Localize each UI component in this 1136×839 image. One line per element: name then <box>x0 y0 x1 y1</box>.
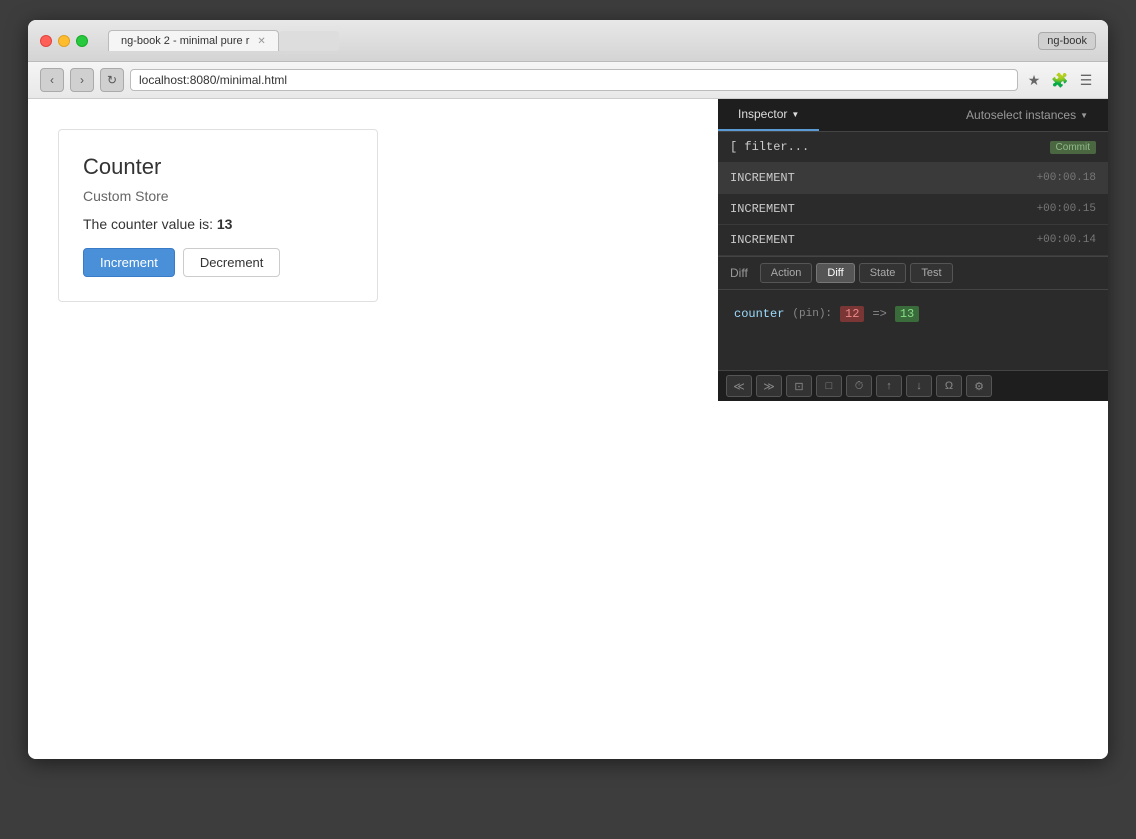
browser-window: ng-book 2 - minimal pure r ✕ ng-book ‹ ›… <box>28 20 1108 759</box>
action-name: INCREMENT <box>730 202 795 216</box>
action-item[interactable]: INCREMENT +00:00.14 <box>718 225 1108 256</box>
tab-title: ng-book 2 - minimal pure r <box>121 35 249 47</box>
menu-icon[interactable]: ☰ <box>1076 70 1096 90</box>
button-group: Increment Decrement <box>83 248 353 277</box>
test-tab[interactable]: Test <box>910 263 952 283</box>
counter-value-prefix: The counter value is: <box>83 216 217 232</box>
page-content: Counter Custom Store The counter value i… <box>28 99 1108 759</box>
counter-store: Custom Store <box>83 188 353 204</box>
counter-value-text: The counter value is: 13 <box>83 216 353 232</box>
browser-toolbar: ‹ › ↻ localhost:8080/minimal.html ★ 🧩 ☰ <box>28 62 1108 99</box>
devtools-panel: Inspector ▼ Autoselect instances ▼ [ fil… <box>718 99 1108 401</box>
devtools-header: Inspector ▼ Autoselect instances ▼ <box>718 99 1108 132</box>
bottom-btn-9[interactable]: ⚙ <box>966 375 992 397</box>
bottom-btn-1[interactable]: ≪ <box>726 375 752 397</box>
action-name: INCREMENT <box>730 171 795 185</box>
minimize-button[interactable] <box>58 35 70 47</box>
diff-arrow: => <box>872 307 886 321</box>
inspector-arrow: ▼ <box>791 110 799 119</box>
url-text: localhost:8080/minimal.html <box>139 73 287 87</box>
extension-icon[interactable]: 🧩 <box>1050 70 1070 90</box>
autoselect-arrow: ▼ <box>1080 111 1088 120</box>
browser-tab[interactable]: ng-book 2 - minimal pure r ✕ <box>108 30 279 51</box>
action-name: INCREMENT <box>730 233 795 247</box>
title-bar: ng-book 2 - minimal pure r ✕ ng-book <box>28 20 1108 62</box>
diff-old-value: 12 <box>840 306 864 322</box>
extensions-button[interactable]: ng-book <box>1038 32 1096 50</box>
bookmark-icon[interactable]: ★ <box>1024 70 1044 90</box>
bottom-btn-8[interactable]: Ω <box>936 375 962 397</box>
bottom-btn-5[interactable]: ⏱ <box>846 375 872 397</box>
tab-bar: ng-book 2 - minimal pure r ✕ <box>108 30 1030 51</box>
detail-label: Diff <box>730 266 748 280</box>
inspector-tab[interactable]: Inspector ▼ <box>718 99 819 131</box>
autoselect-label: Autoselect instances <box>966 108 1076 122</box>
action-item[interactable]: INCREMENT +00:00.15 <box>718 194 1108 225</box>
diff-key: counter <box>734 307 784 321</box>
detail-tabs: Diff Action Diff State Test <box>718 257 1108 290</box>
action-time: +00:00.14 <box>1037 234 1096 246</box>
maximize-button[interactable] <box>76 35 88 47</box>
reload-button[interactable]: ↻ <box>100 68 124 92</box>
action-item[interactable]: INCREMENT +00:00.18 <box>718 163 1108 194</box>
action-time: +00:00.18 <box>1037 172 1096 184</box>
diff-new-value: 13 <box>895 306 919 322</box>
bottom-btn-7[interactable]: ↓ <box>906 375 932 397</box>
diff-pin: (pin): <box>792 308 832 320</box>
diff-tab[interactable]: Diff <box>816 263 854 283</box>
back-button[interactable]: ‹ <box>40 68 64 92</box>
bottom-btn-4[interactable]: □ <box>816 375 842 397</box>
counter-card: Counter Custom Store The counter value i… <box>58 129 378 302</box>
address-bar[interactable]: localhost:8080/minimal.html <box>130 69 1018 91</box>
toolbar-actions: ★ 🧩 ☰ <box>1024 70 1096 90</box>
devtools-bottom-toolbar: ≪ ≫ ⊡ □ ⏱ ↑ ↓ Ω ⚙ <box>718 370 1108 401</box>
bottom-btn-2[interactable]: ≫ <box>756 375 782 397</box>
decrement-button[interactable]: Decrement <box>183 248 281 277</box>
bottom-btn-3[interactable]: ⊡ <box>786 375 812 397</box>
counter-value-number: 13 <box>217 216 233 232</box>
traffic-lights <box>40 35 88 47</box>
commit-badge[interactable]: Commit <box>1050 141 1096 154</box>
detail-panel: Diff Action Diff State Test counter (pin… <box>718 256 1108 370</box>
state-tab[interactable]: State <box>859 263 907 283</box>
action-tab[interactable]: Action <box>760 263 813 283</box>
forward-button[interactable]: › <box>70 68 94 92</box>
action-list: [ filter... Commit INCREMENT +00:00.18 I… <box>718 132 1108 256</box>
close-button[interactable] <box>40 35 52 47</box>
counter-title: Counter <box>83 154 353 180</box>
action-name: [ filter... <box>730 140 809 154</box>
action-item[interactable]: [ filter... Commit <box>718 132 1108 163</box>
detail-content: counter (pin): 12 => 13 <box>718 290 1108 370</box>
increment-button[interactable]: Increment <box>83 248 175 277</box>
diff-line: counter (pin): 12 => 13 <box>734 306 1092 322</box>
new-tab-button[interactable] <box>279 31 339 51</box>
inspector-label: Inspector <box>738 107 787 121</box>
tab-close-icon[interactable]: ✕ <box>257 36 265 47</box>
action-time: +00:00.15 <box>1037 203 1096 215</box>
bottom-btn-6[interactable]: ↑ <box>876 375 902 397</box>
autoselect-tab[interactable]: Autoselect instances ▼ <box>946 100 1108 130</box>
